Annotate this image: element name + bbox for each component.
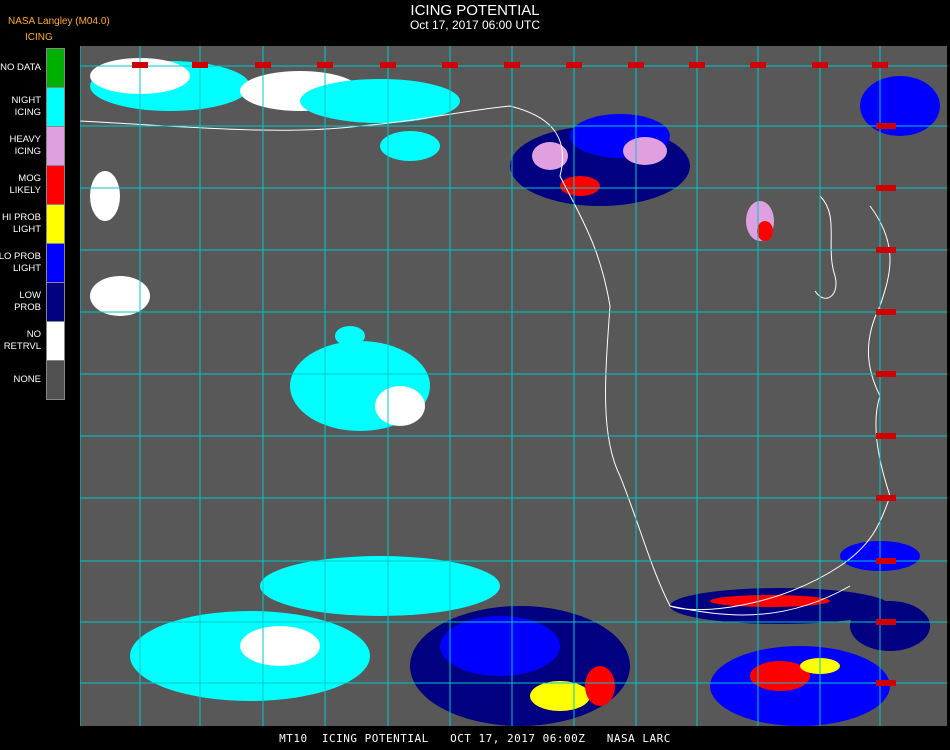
hi-prob-light-patch xyxy=(530,681,590,711)
grid-label-mark xyxy=(628,62,644,68)
mog-likely-patch xyxy=(710,595,830,607)
grid-label-mark xyxy=(750,62,766,68)
no-retrieval-patch xyxy=(90,276,150,316)
legend-label-line: RETRVL xyxy=(3,340,41,352)
grid-label-mark xyxy=(255,62,271,68)
legend-label-line: NO xyxy=(26,328,41,340)
legend-item-label: HI PROB LIGHT xyxy=(0,204,41,243)
legend-item-label: NONE xyxy=(0,360,41,399)
legend-swatch xyxy=(46,126,65,166)
low-prob-light-patch xyxy=(860,76,940,136)
legend-swatch xyxy=(46,243,65,283)
legend-swatch xyxy=(46,282,65,322)
footer-caption: MT10 ICING POTENTIAL OCT 17, 2017 06:00Z… xyxy=(279,732,671,745)
mog-likely-patch xyxy=(757,221,773,241)
no-retrieval-patch xyxy=(240,626,320,666)
low-prob-patch xyxy=(850,601,930,651)
legend-label-line: LIGHT xyxy=(13,262,41,274)
grid-label-mark xyxy=(192,62,208,68)
legend-swatch xyxy=(46,87,65,127)
heavy-icing-patch xyxy=(623,137,667,165)
legend-item: MOG LIKELY xyxy=(0,165,66,205)
legend-item: LOW PROB xyxy=(0,282,66,322)
map-timestamp: Oct 17, 2017 06:00 UTC xyxy=(409,18,541,32)
legend-swatch xyxy=(46,321,65,361)
night-icing-patch xyxy=(380,131,440,161)
legend-item-label: LOW PROB xyxy=(0,282,41,321)
grid-label-mark xyxy=(566,62,582,68)
icing-patches xyxy=(90,58,940,726)
legend-label-line: NO DATA xyxy=(0,61,41,73)
grid-label-mark xyxy=(317,62,333,68)
legend-item: NONE xyxy=(0,360,66,400)
legend-swatch xyxy=(46,48,65,88)
night-icing-patch xyxy=(260,556,500,616)
grid-label-mark xyxy=(876,433,896,439)
legend-label-line: LO PROB xyxy=(0,250,41,262)
grid-label-mark xyxy=(872,62,888,68)
legend-item: NIGHT ICING xyxy=(0,87,66,127)
icing-map-canvas xyxy=(80,46,947,726)
legend-label-line: NIGHT xyxy=(11,94,41,106)
no-retrieval-patch xyxy=(90,171,120,221)
legend-label-line: ICING xyxy=(14,145,41,157)
grid-label-mark xyxy=(876,371,896,377)
grid-label-mark xyxy=(689,62,705,68)
legend-item-label: MOG LIKELY xyxy=(0,165,41,204)
legend-item: HI PROB LIGHT xyxy=(0,204,66,244)
legend-label-line: LOW xyxy=(19,289,41,301)
grid-label-mark xyxy=(876,185,896,191)
mog-likely-patch xyxy=(560,176,600,196)
legend-label-line: PROB xyxy=(14,301,41,313)
legend-item-label: NO RETRVL xyxy=(0,321,41,360)
legend-swatch xyxy=(46,204,65,244)
grid-label-mark xyxy=(812,62,828,68)
grid-label-mark xyxy=(876,619,896,625)
grid-label-mark xyxy=(380,62,396,68)
legend-item: LO PROB LIGHT xyxy=(0,243,66,283)
legend-label-line: LIKELY xyxy=(9,184,41,196)
lake-border xyxy=(814,195,837,299)
legend-item-label: LO PROB LIGHT xyxy=(0,243,41,282)
legend-item: NO DATA xyxy=(0,48,66,88)
legend-item: HEAVY ICING xyxy=(0,126,66,166)
grid-label-mark xyxy=(876,680,896,686)
icing-legend: NO DATA NIGHT ICING HEAVY ICING MOG LIKELY HI P… xyxy=(0,48,66,400)
no-retrieval-patch xyxy=(375,386,425,426)
legend-item-label: NIGHT ICING xyxy=(0,87,41,126)
legend-swatch xyxy=(46,165,65,205)
grid-label-mark xyxy=(442,62,458,68)
legend-label-line: HI PROB xyxy=(1,211,41,223)
legend-label-line: MOG xyxy=(18,172,41,184)
mog-likely-patch xyxy=(585,666,615,706)
legend-label-line: LIGHT xyxy=(13,223,41,235)
icing-map xyxy=(80,46,947,726)
grid-label-mark xyxy=(876,247,896,253)
legend-label-line: ICING xyxy=(14,106,41,118)
legend-swatch xyxy=(46,360,65,400)
legend-item: NO RETRVL xyxy=(0,321,66,361)
grid-label-mark xyxy=(132,62,148,68)
legend-title: ICING xyxy=(25,32,53,43)
legend-item-label: HEAVY ICING xyxy=(0,126,41,165)
grid-label-mark xyxy=(876,558,896,564)
legend-item-label: NO DATA xyxy=(0,48,41,87)
geographic-borders xyxy=(80,105,891,616)
coastline-border xyxy=(80,105,891,611)
grid-label-mark xyxy=(876,495,896,501)
grid-label-mark xyxy=(504,62,520,68)
night-icing-patch xyxy=(335,326,365,346)
legend-label-line: HEAVY xyxy=(9,133,41,145)
legend-label-line: NONE xyxy=(13,373,41,385)
map-title: ICING POTENTIAL xyxy=(410,2,540,19)
grid-label-mark xyxy=(876,309,896,315)
low-prob-light-patch xyxy=(440,616,560,676)
grid-label-mark xyxy=(876,123,896,129)
